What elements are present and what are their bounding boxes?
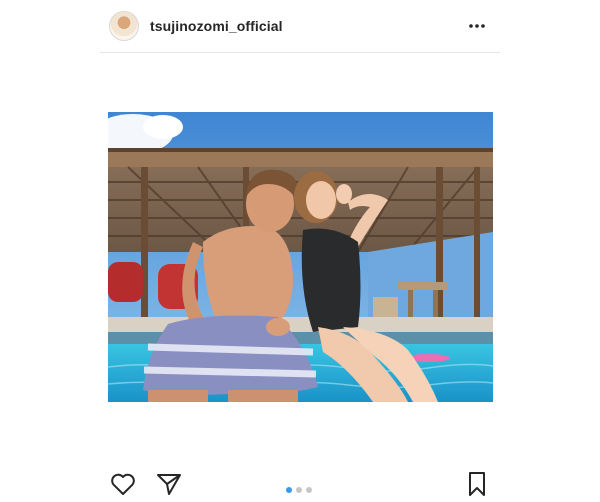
carousel-dot[interactable] [296, 487, 302, 493]
bookmark-icon[interactable] [467, 471, 487, 502]
avatar[interactable] [109, 11, 139, 41]
post-photo[interactable] [108, 112, 493, 402]
more-options-icon[interactable] [468, 17, 486, 35]
carousel-dot-active[interactable] [286, 487, 292, 493]
post-actions [100, 465, 500, 501]
carousel-indicator [286, 487, 312, 493]
post-header: tsujinozomi_official [100, 0, 500, 53]
username[interactable]: tsujinozomi_official [150, 18, 283, 34]
heart-icon[interactable] [110, 472, 136, 501]
carousel-dot[interactable] [306, 487, 312, 493]
photo-illustration [108, 112, 493, 402]
paper-plane-icon[interactable] [156, 472, 182, 501]
